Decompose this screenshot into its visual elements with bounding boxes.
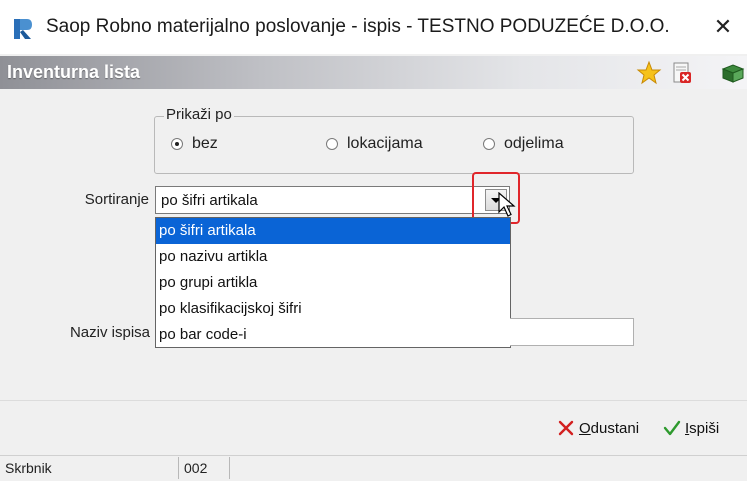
status-divider [178,457,179,479]
star-icon[interactable] [636,60,662,86]
close-icon: ✕ [713,14,733,39]
radio-unchecked-icon [326,138,338,150]
radio-odjelima[interactable]: odjelima [483,135,564,153]
dropdown-option[interactable]: po nazivu artikla [156,244,510,270]
dropdown-option[interactable]: po klasifikacijskoj šifri [156,296,510,322]
radio-bez[interactable]: bez [171,135,218,153]
header-band: Inventurna lista [0,56,747,89]
book-exit-icon[interactable] [720,60,746,86]
print-name-label: Naziv ispisa [69,324,150,341]
saop-r-icon [14,19,32,39]
checkmark-icon [663,420,681,436]
sort-label: Sortiranje [84,191,149,208]
radio-label: lokacijama [347,135,423,152]
dropdown-option[interactable]: po grupi artikla [156,270,510,296]
status-divider [229,457,230,479]
status-bar: Skrbnik 002 [0,455,747,481]
cancel-x-icon [558,420,574,436]
radio-unchecked-icon [483,138,495,150]
radio-label: odjelima [504,135,564,152]
dropdown-option[interactable]: po bar code-i [156,322,510,348]
sort-combobox[interactable]: po šifri artikala [155,186,510,214]
status-user-value: 002 [184,460,208,476]
divider [0,400,747,401]
radio-lokacijama[interactable]: lokacijama [326,135,423,153]
radio-checked-icon [171,138,183,150]
cancel-button[interactable]: Odustani [557,419,639,437]
close-button[interactable]: ✕ [699,0,747,54]
window-title: Saop Robno materijalno poslovanje - ispi… [46,16,670,37]
print-label: Ispiši [685,419,720,437]
cancel-label: Odustani [579,419,640,437]
sort-current-value: po šifri artikala [161,192,258,209]
status-user-label: Skrbnik [5,460,52,476]
mouse-pointer-icon [498,192,516,217]
title-bar: Saop Robno materijalno poslovanje - ispi… [0,0,747,54]
show-by-legend: Prikaži po [164,106,234,123]
print-name-input[interactable] [510,318,634,346]
radio-label: bez [192,135,218,152]
delete-document-icon[interactable] [668,60,694,86]
page-title: Inventurna lista [7,62,141,82]
print-button[interactable]: Ispiši [663,419,719,437]
dropdown-option[interactable]: po šifri artikala [156,218,510,244]
sort-dropdown-list[interactable]: po šifri artikala po nazivu artikla po g… [155,217,511,348]
